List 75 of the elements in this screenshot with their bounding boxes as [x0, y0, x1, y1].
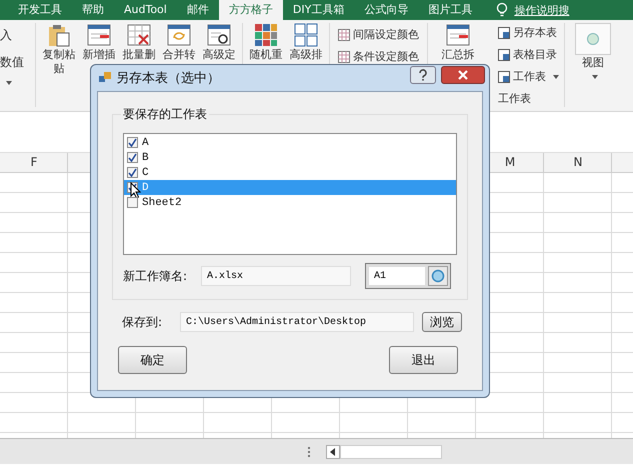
checkbox[interactable] [127, 137, 138, 148]
ribbon-button[interactable]: 高级排 [286, 23, 326, 61]
ribbon-button[interactable]: 批量删 [119, 23, 159, 61]
sheet-icon [498, 70, 510, 82]
ribbon-tab[interactable]: 邮件 [176, 0, 219, 20]
mouse-cursor-icon [130, 182, 141, 199]
sheet-icon [498, 48, 510, 60]
close-button[interactable] [441, 66, 485, 84]
ribbon-tab[interactable]: 方方格子 [218, 0, 283, 20]
ribbon-button[interactable]: 间隔设定颜色 [336, 25, 421, 44]
ribbon-button[interactable]: 视图 [571, 23, 615, 82]
left-arrow-icon [330, 448, 336, 456]
help-button[interactable] [410, 66, 436, 84]
field-label: 新工作簿名: [123, 268, 188, 284]
checkbox[interactable] [127, 167, 138, 178]
input-field[interactable]: A.xlsx [201, 266, 351, 286]
column-header[interactable]: N [544, 153, 612, 172]
table-delete-icon [127, 23, 151, 47]
sheet-list-item[interactable]: Sheet2 [124, 195, 456, 210]
sheet-name: C [142, 166, 149, 178]
group-title: 要保存的工作表 [121, 106, 209, 123]
ok-button[interactable]: 确定 [118, 346, 187, 374]
ribbon-tab[interactable]: 帮助 [72, 0, 114, 20]
grid-icon [338, 28, 350, 40]
sheet-list-item[interactable]: C [124, 165, 456, 180]
sheet-list-item[interactable]: A [124, 135, 456, 150]
sheet-name: D [142, 182, 149, 194]
circle-icon [586, 32, 600, 46]
sheet-name: B [142, 152, 149, 164]
sheet-name: A [142, 136, 149, 148]
ribbon-tab[interactable]: DIY工具箱 [282, 0, 354, 20]
ribbon-tab[interactable]: 开发工具 [8, 0, 72, 20]
close-icon [458, 70, 468, 80]
ribbon-button[interactable]: 随机重 [246, 23, 286, 61]
color-grid-icon [254, 23, 278, 47]
table-icon [87, 23, 111, 47]
sheet-name: Sheet2 [142, 196, 182, 208]
column-header[interactable]: F [0, 153, 68, 172]
ribbon-button[interactable]: 复制粘 贴 [39, 23, 79, 75]
horizontal-scrollbar[interactable] [340, 444, 442, 458]
ribbon-button[interactable]: 表格目录 [496, 45, 561, 64]
scroll-left-button[interactable] [326, 444, 340, 458]
table-arrows-icon [167, 23, 191, 47]
ribbon-button[interactable]: 另存本表 [496, 23, 561, 42]
field-label: 保存到: [122, 314, 164, 330]
grid-icon [338, 50, 350, 62]
ribbon-button[interactable]: 高级定 [199, 23, 239, 61]
exit-button[interactable]: 退出 [389, 346, 458, 374]
sheet-icon [498, 26, 510, 38]
sheet-list-item[interactable]: B [124, 150, 456, 165]
ribbon-tab[interactable]: 图片工具 [418, 0, 482, 20]
checkbox[interactable] [127, 152, 138, 163]
ribbon-tab[interactable]: AudTool [114, 0, 177, 20]
sort-grid-icon [294, 23, 318, 47]
range-selector[interactable]: A1 [365, 263, 451, 289]
ribbon-button[interactable]: 合并转 [159, 23, 199, 61]
ribbon-button[interactable]: 新增插 [79, 23, 119, 61]
table-icon [446, 23, 470, 47]
checkbox[interactable] [127, 197, 138, 208]
group-label: 工作表 [497, 91, 532, 107]
search-box[interactable]: 操作说明搜 [514, 2, 570, 18]
ribbon-button[interactable]: 汇总拆 [438, 23, 478, 61]
ribbon-button[interactable]: 工作表 [496, 67, 561, 86]
split-handle-icon[interactable] [308, 446, 312, 456]
clipboard-icon [47, 23, 71, 47]
input-field[interactable]: C:\Users\Administrator\Desktop [180, 312, 414, 332]
lightbulb-icon[interactable] [496, 2, 508, 18]
ribbon-tab[interactable]: 公式向导 [354, 0, 418, 20]
ribbon-label: 数值 [0, 54, 24, 71]
ribbon-label: 入 [0, 27, 12, 44]
browse-button[interactable]: 浏览 [422, 312, 462, 332]
question-mark-icon [418, 69, 428, 81]
document-search-icon [207, 23, 231, 47]
range-picker-icon[interactable] [428, 266, 448, 286]
window-title: 另存本表（选中） [116, 70, 221, 87]
